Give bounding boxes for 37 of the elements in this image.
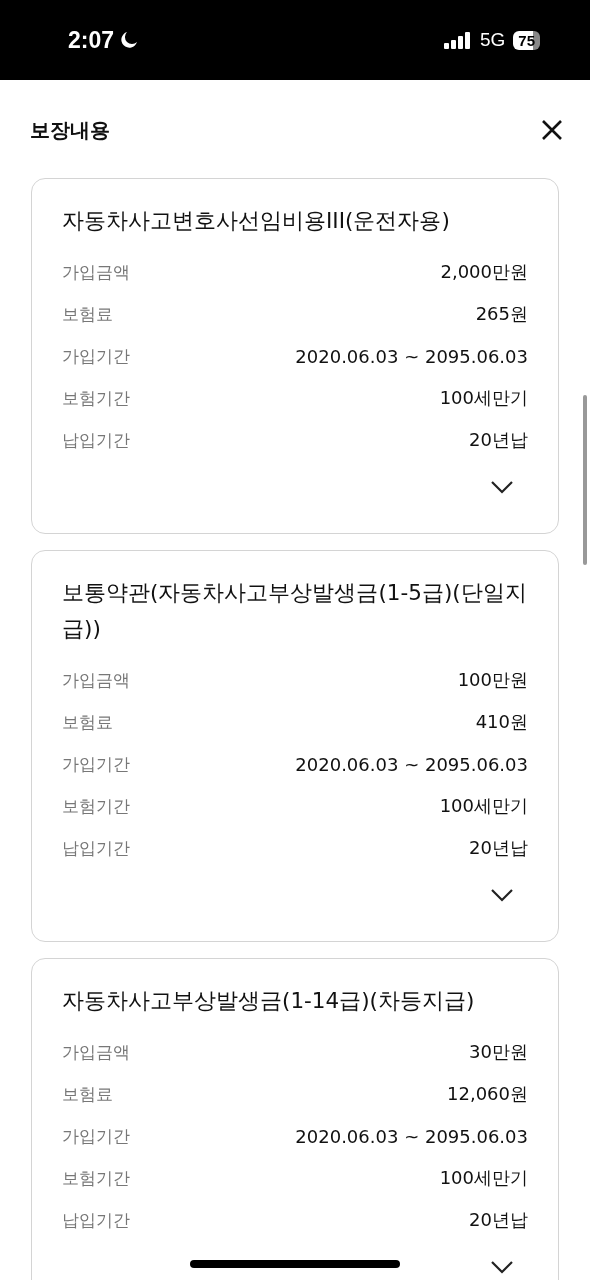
- battery-icon: 75: [513, 30, 540, 50]
- network-label: 5G: [479, 29, 506, 51]
- field-value: 2020.06.03 ~ 2095.06.03: [295, 753, 528, 775]
- field-label: 가입금액: [62, 1040, 130, 1064]
- field-label: 보험기간: [62, 1166, 130, 1190]
- field-label: 보험료: [62, 1082, 113, 1106]
- field-label: 보험료: [62, 710, 113, 734]
- status-time: 2:07: [68, 26, 115, 54]
- field-label: 납입기간: [62, 1208, 130, 1232]
- field-label: 보험료: [62, 302, 113, 326]
- field-value: 2020.06.03 ~ 2095.06.03: [295, 345, 528, 367]
- field-label: 가입금액: [62, 260, 130, 284]
- field-value: 30만원: [469, 1040, 528, 1064]
- coverage-title: 자동차사고부상발생금(1-14급)(차등지급): [62, 987, 476, 1015]
- field-value: 12,060원: [447, 1082, 528, 1106]
- field-value: 20년납: [469, 836, 528, 860]
- field-value: 2,000만원: [440, 260, 528, 284]
- field-value: 100세만기: [439, 794, 528, 818]
- field-label: 납입기간: [62, 836, 130, 860]
- field-label: 가입금액: [62, 668, 130, 692]
- field-value: 265원: [475, 302, 528, 326]
- field-value: 410원: [475, 710, 528, 734]
- field-value: 2020.06.03 ~ 2095.06.03: [295, 1125, 528, 1147]
- field-label: 가입기간: [62, 344, 130, 368]
- field-label: 가입기간: [62, 752, 130, 776]
- field-label: 보험기간: [62, 794, 130, 818]
- field-label: 가입기간: [62, 1124, 130, 1148]
- field-value: 100만원: [457, 668, 528, 692]
- coverage-title: 자동차사고변호사선임비용III(운전자용): [62, 207, 451, 235]
- field-value: 20년납: [469, 428, 528, 452]
- field-value: 100세만기: [439, 1166, 528, 1190]
- coverage-title: 보통약관(자동차사고부상발생금(1-5급)(단일지급)): [62, 579, 528, 643]
- field-label: 보험기간: [62, 386, 130, 410]
- field-label: 납입기간: [62, 428, 130, 452]
- field-value: 20년납: [469, 1208, 528, 1232]
- page-title: 보장내용: [30, 116, 110, 144]
- field-value: 100세만기: [439, 386, 528, 410]
